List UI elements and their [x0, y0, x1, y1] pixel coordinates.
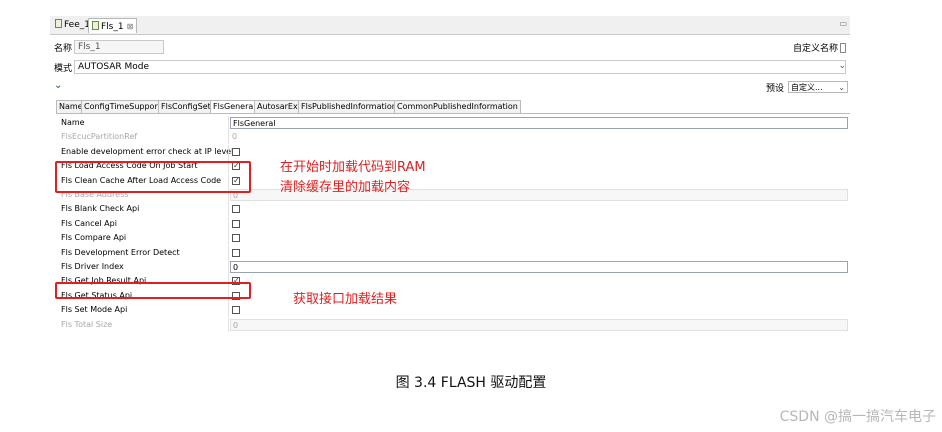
column-divider [228, 317, 229, 332]
param-name: Fls Total Size [61, 319, 113, 329]
mode-select[interactable]: AUTOSAR Mode [74, 60, 846, 74]
name-row: 名称 Fls_1 自定义名称 [50, 40, 850, 54]
param-value-input[interactable]: 0 [230, 261, 848, 273]
param-row: Name FlsGeneral [56, 116, 850, 130]
editor-tab-bar: Fee_1 Fls_1 ⊠ ▭ [50, 16, 850, 35]
checkbox[interactable] [232, 147, 240, 156]
param-row: Fls Development Error Detect [56, 245, 850, 260]
preset-select[interactable]: 自定义... ⌄ [788, 81, 848, 93]
column-divider [228, 260, 229, 274]
param-name: Fls Set Mode Api [61, 305, 128, 315]
maximize-icon[interactable]: ▭ [839, 19, 847, 28]
checkbox[interactable] [232, 306, 240, 315]
name-label: 名称 [54, 44, 73, 54]
mode-row: 模式 AUTOSAR Mode ⌄ [50, 60, 850, 74]
checkbox[interactable] [232, 234, 240, 243]
annotation-job-result: 获取接口加载结果 [293, 292, 398, 307]
param-name: Fls Compare Api [61, 233, 127, 243]
checkbox[interactable] [232, 248, 240, 257]
watermark: CSDN @搞一搞汽车电子 [779, 409, 936, 425]
tab-fee-1[interactable]: Fee_1 [52, 18, 93, 33]
column-divider [228, 130, 229, 145]
chevron-down-icon: ⌄ [838, 83, 845, 92]
column-divider [228, 216, 229, 231]
param-row: Fls Total Size 0 [56, 317, 850, 332]
column-divider [228, 116, 229, 130]
tab-config-time-support[interactable]: ConfigTimeSupport [81, 100, 164, 113]
param-name: Name [61, 118, 85, 127]
annotation-clean-cache: 清除缓存里的加载内容 [280, 180, 411, 195]
mode-label: 模式 [54, 64, 73, 74]
param-name: Fls Cancel Api [61, 218, 117, 228]
param-name: Fls Development Error Detect [61, 247, 180, 257]
annotation-load-code: 在开始时加载代码到RAM [280, 160, 426, 175]
document-icon [92, 21, 99, 30]
column-divider [228, 202, 229, 217]
document-icon [55, 19, 62, 28]
param-row: Fls Blank Check Api [56, 202, 850, 217]
param-row: Fls Compare Api [56, 231, 850, 246]
preset-label: 预设 [765, 84, 784, 94]
custom-name-label: 自定义名称 [792, 44, 838, 54]
figure-caption: 图 3.4 FLASH 驱动配置 [395, 375, 547, 391]
highlight-box [55, 282, 251, 299]
config-tab-strip: Name ConfigTimeSupport FlsConfigSet FlsG… [56, 100, 850, 114]
highlight-box [55, 161, 251, 193]
param-row: Fls Driver Index 0 [56, 260, 850, 274]
tab-autosar-ext[interactable]: AutosarExt [254, 100, 304, 113]
tab-common-published-information[interactable]: CommonPublishedInformation [394, 100, 521, 113]
chevron-down-icon[interactable]: ⌄ [838, 61, 846, 71]
editor-panel: Fee_1 Fls_1 ⊠ ▭ 名称 Fls_1 自定义名称 模式 AUTOSAR… [50, 16, 850, 341]
tab-fls-1[interactable]: Fls_1 ⊠ [88, 18, 138, 33]
param-name: Fls Blank Check Api [61, 204, 140, 214]
param-row: Fls Cancel Api [56, 216, 850, 231]
checkbox[interactable] [232, 219, 240, 228]
param-row: Enable development error check at IP lev… [56, 144, 850, 159]
name-field[interactable]: Fls_1 [74, 40, 164, 54]
param-name: Enable development error check at IP lev… [61, 146, 234, 156]
param-value-input[interactable]: FlsGeneral [230, 117, 848, 129]
param-row: FlsEcucPartitionRef 0 [56, 130, 850, 145]
param-name: Fls Driver Index [61, 262, 124, 271]
preset-row: ⌄ 预设 自定义... ⌄ [50, 80, 850, 94]
column-divider [228, 303, 229, 318]
close-icon[interactable]: ⊠ [127, 22, 134, 31]
tab-fls-config-set[interactable]: FlsConfigSet [158, 100, 214, 113]
tab-fls-published-information[interactable]: FlsPublishedInformation [298, 100, 400, 113]
param-row: Fls Set Mode Api [56, 303, 850, 318]
param-value: 0 [230, 318, 848, 331]
custom-name-checkbox[interactable] [840, 43, 846, 53]
param-name: FlsEcucPartitionRef [61, 132, 138, 142]
checkbox[interactable] [232, 205, 240, 214]
column-divider [228, 245, 229, 260]
column-divider [228, 144, 229, 159]
param-value: 0 [232, 132, 238, 142]
collapse-chevron-icon[interactable]: ⌄ [54, 80, 62, 91]
tab-fls-general[interactable]: FlsGeneral [210, 100, 259, 113]
column-divider [228, 231, 229, 246]
